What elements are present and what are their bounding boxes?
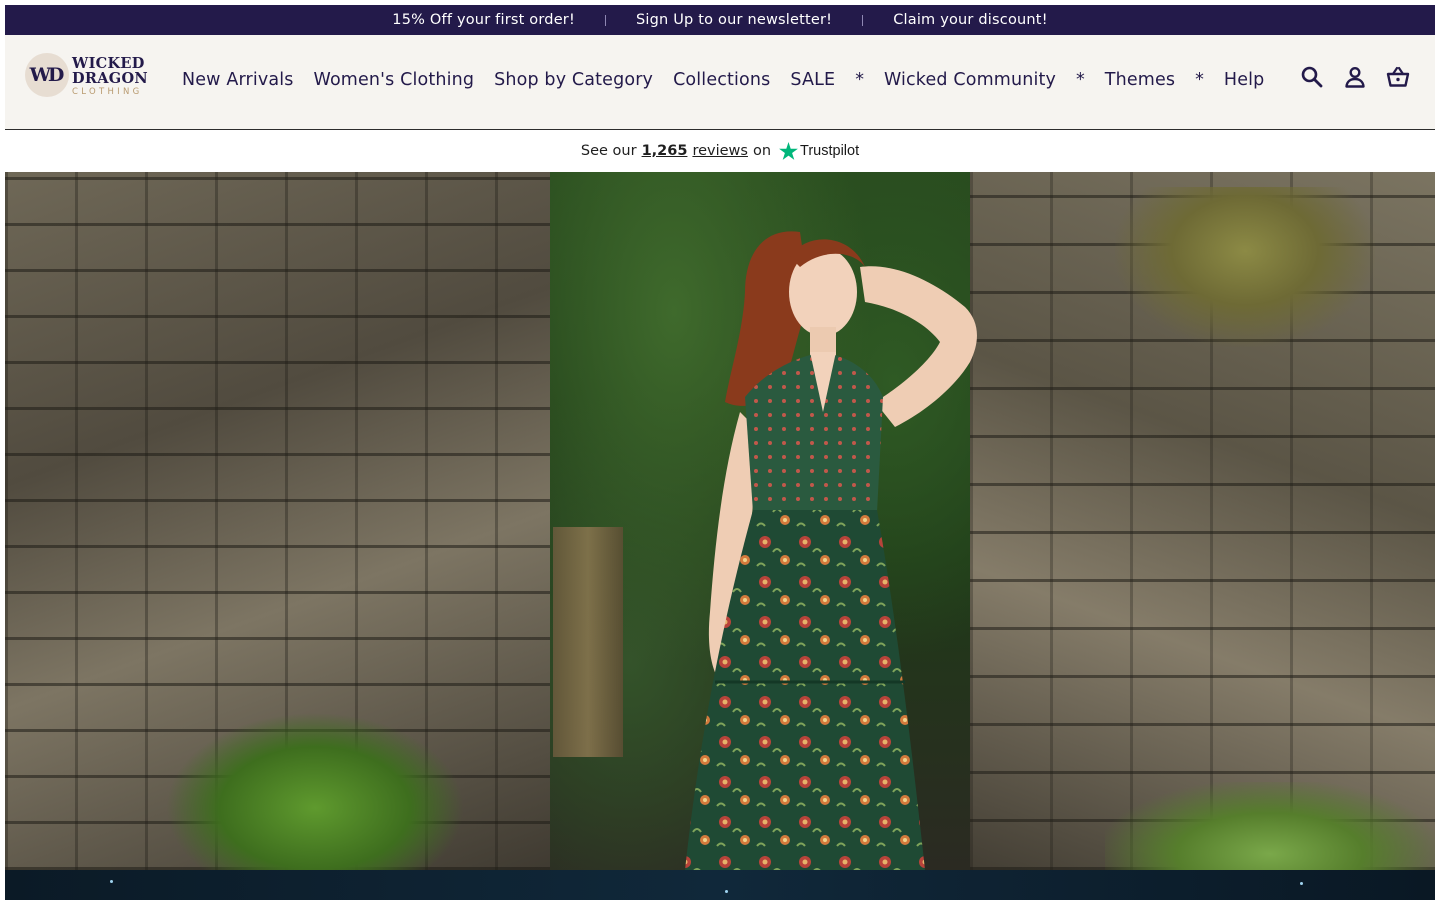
logo-word-dragon: DRAGON: [72, 70, 148, 87]
nav-help[interactable]: Help: [1224, 70, 1265, 90]
nav-new-arrivals[interactable]: New Arrivals: [182, 70, 294, 90]
logo-word-wicked: WICKED: [72, 55, 145, 72]
main-nav: New Arrivals Women's Clothing Shop by Ca…: [182, 68, 1284, 92]
trustpilot-prefix: See our: [580, 143, 637, 159]
sparkle-dot: [725, 890, 728, 893]
sparkle-dot: [110, 880, 113, 883]
cart-button[interactable]: [1385, 64, 1411, 90]
logo-word-clothing: CLOTHING: [72, 87, 143, 97]
search-icon: [1301, 66, 1323, 88]
account-button[interactable]: [1342, 64, 1368, 90]
nav-sale[interactable]: SALE: [790, 70, 835, 90]
site-header: WD WICKED DRAGON CLOTHING New Arrivals W…: [5, 35, 1435, 130]
hero-flowers-top-right: [1115, 187, 1375, 347]
sparkle-dot: [1300, 882, 1303, 885]
trustpilot-brand: Trustpilot: [800, 143, 860, 159]
search-button[interactable]: [1299, 64, 1325, 90]
logo-wordmark: WICKED DRAGON CLOTHING: [72, 56, 150, 98]
nav-wicked-community[interactable]: Wicked Community: [884, 70, 1056, 90]
nav-collections[interactable]: Collections: [673, 70, 770, 90]
trustpilot-on: on: [752, 143, 772, 159]
hero-banner[interactable]: [5, 172, 1435, 870]
logo-mark: WD: [25, 53, 69, 97]
trustpilot-logo[interactable]: Trustpilot: [779, 142, 859, 160]
hero-ivy-left: [165, 712, 465, 870]
announcement-first-order[interactable]: 15% Off your first order!: [362, 12, 605, 28]
trustpilot-star-icon: [779, 142, 798, 160]
basket-icon: [1386, 66, 1410, 87]
hero-grass-right: [1105, 782, 1435, 870]
next-section-preview: [5, 870, 1435, 900]
nav-shop-by-category[interactable]: Shop by Category: [494, 70, 653, 90]
announcement-bar: 15% Off your first order! Sign Up to our…: [5, 5, 1435, 35]
nav-star-separator: *: [1195, 70, 1204, 90]
reviews-link[interactable]: reviews: [692, 143, 748, 159]
nav-star-separator: *: [855, 70, 864, 90]
review-count[interactable]: 1,265: [642, 143, 688, 159]
announcement-discount[interactable]: Claim your discount!: [863, 12, 1078, 28]
logo-monogram: WD: [29, 64, 65, 86]
hero-model-in-floral-dress: [685, 231, 977, 870]
announcement-newsletter[interactable]: Sign Up to our newsletter!: [606, 12, 862, 28]
site-logo[interactable]: WD WICKED DRAGON CLOTHING: [25, 53, 148, 99]
nav-themes[interactable]: Themes: [1105, 70, 1175, 90]
nav-womens-clothing[interactable]: Women's Clothing: [314, 70, 475, 90]
account-icon: [1345, 66, 1365, 88]
trustpilot-banner: See our 1,265 reviews on Trustpilot: [0, 130, 1440, 172]
nav-star-separator: *: [1076, 70, 1085, 90]
